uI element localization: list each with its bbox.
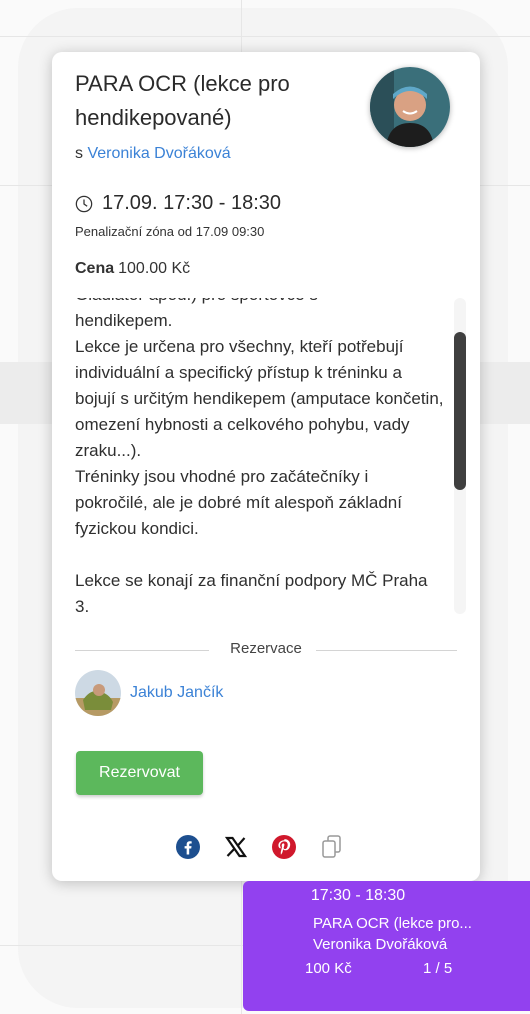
event-instructor: Veronika Dvořáková: [313, 936, 448, 953]
copy-icon[interactable]: [319, 834, 345, 860]
divider-line: [316, 650, 457, 651]
share-icons: [175, 834, 345, 860]
lesson-description[interactable]: Gladiator apod.) pro sportovce s hendike…: [75, 298, 445, 614]
x-icon[interactable]: [223, 834, 249, 860]
user-avatar: [75, 670, 121, 716]
clock-icon: [75, 195, 93, 212]
reserved-user-link[interactable]: Jakub Jančík: [130, 684, 223, 702]
grid-line: [0, 36, 530, 37]
reservations-heading: Rezervace: [230, 640, 302, 657]
lesson-datetime: 17.09. 17:30 - 18:30: [75, 192, 281, 215]
pinterest-icon[interactable]: [271, 834, 297, 860]
by-prefix: s: [75, 145, 83, 162]
description-text: Gladiator apod.) pro sportovce s hendike…: [75, 298, 444, 614]
reserve-button[interactable]: Rezervovat: [76, 751, 203, 795]
datetime-text: 17.09. 17:30 - 18:30: [102, 192, 282, 214]
instructor-line: s Veronika Dvořáková: [75, 145, 231, 163]
price-row: Cena 100.00 Kč: [75, 260, 190, 278]
scrollbar-thumb[interactable]: [454, 332, 466, 490]
calendar-event-block[interactable]: 17:30 - 18:30 PARA OCR (lekce pro... Ver…: [243, 881, 530, 1011]
event-name: PARA OCR (lekce pro...: [313, 915, 472, 932]
lesson-detail-popup: PARA OCR (lekce pro hendikepované) s Ver…: [52, 52, 480, 881]
event-price: 100 Kč: [305, 960, 352, 977]
price-label: Cena: [75, 260, 115, 277]
event-time: 17:30 - 18:30: [310, 887, 406, 904]
price-value: 100.00 Kč: [118, 260, 191, 277]
lesson-title: PARA OCR (lekce pro hendikepované): [75, 71, 290, 130]
penalty-zone: Penalizační zóna od 17.09 09:30: [75, 224, 265, 239]
reservations-divider: Rezervace: [75, 640, 457, 660]
instructor-link[interactable]: Veronika Dvořáková: [87, 145, 230, 162]
reservation-user: Jakub Jančík: [75, 670, 223, 716]
facebook-icon[interactable]: [175, 834, 201, 860]
instructor-avatar: [370, 67, 450, 147]
event-capacity: 1 / 5: [423, 960, 453, 977]
